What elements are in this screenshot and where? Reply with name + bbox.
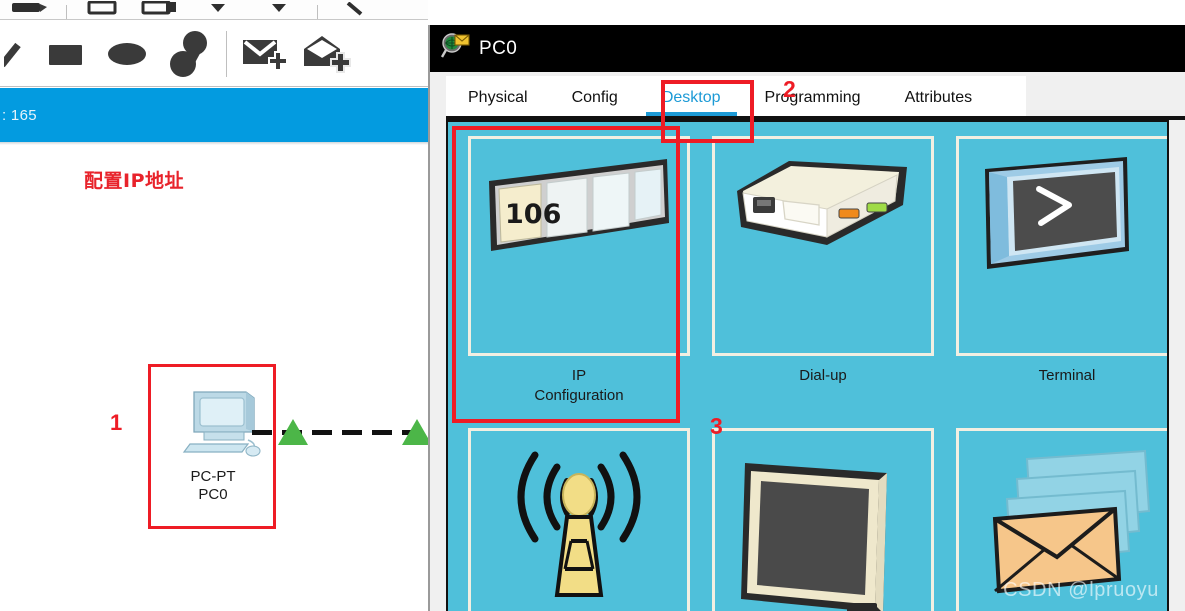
toolbar-separator bbox=[226, 30, 227, 77]
draw-line-tool[interactable] bbox=[0, 26, 34, 82]
desktop-item-dial-up[interactable]: Dial-up bbox=[712, 136, 934, 406]
tab-physical-label: Physical bbox=[468, 89, 528, 106]
window-title: PC0 bbox=[479, 37, 518, 59]
device-name-label: PC0 bbox=[198, 486, 228, 503]
toolbar-draw-row bbox=[0, 21, 428, 87]
tab-desktop[interactable]: Desktop bbox=[640, 76, 743, 120]
tab-attributes-label: Attributes bbox=[904, 89, 973, 106]
tab-physical[interactable]: Physical bbox=[446, 76, 550, 120]
caption-line-1: Terminal bbox=[1038, 367, 1096, 384]
toolbar-separator bbox=[317, 5, 318, 19]
toolbar-separator bbox=[66, 5, 67, 19]
eraser-icon[interactable] bbox=[0, 0, 60, 19]
device-type-label: PC-PT bbox=[190, 468, 236, 485]
desktop-item-terminal[interactable]: Terminal bbox=[956, 136, 1167, 406]
icon-frame bbox=[468, 428, 690, 611]
desktop-item-command-prompt[interactable] bbox=[712, 428, 934, 611]
status-bar-shadow bbox=[0, 142, 428, 145]
tab-desktop-label: Desktop bbox=[661, 89, 721, 106]
pc0-device-window: PC0 Physical Config Desktop Programming bbox=[428, 25, 1185, 611]
chevron-down-icon[interactable] bbox=[189, 0, 247, 19]
desktop-item-caption: Terminal bbox=[956, 366, 1167, 386]
status-bar: : 165 bbox=[0, 88, 428, 142]
line-icon[interactable] bbox=[324, 0, 388, 19]
tab-config-label: Config bbox=[571, 89, 618, 106]
screenshot-root: : 165 配置IP地址 1 PC-PT PC0 PC0 Physical Co… bbox=[0, 0, 1185, 611]
tab-programming-label: Programming bbox=[764, 89, 861, 106]
caption-line-1: IP bbox=[571, 367, 587, 384]
packet-tracer-workspace: : 165 配置IP地址 1 PC-PT PC0 bbox=[0, 0, 432, 611]
icon-frame bbox=[712, 428, 934, 611]
note-icon[interactable] bbox=[73, 0, 131, 19]
caption-line-2: Configuration bbox=[534, 387, 624, 404]
draw-freeform-tool[interactable] bbox=[158, 26, 220, 82]
ip-configuration-badge-text: 106 bbox=[505, 199, 561, 230]
chevron-down-icon[interactable] bbox=[247, 0, 311, 19]
window-titlebar: PC0 bbox=[430, 25, 1185, 72]
page-title: 配置IP地址 bbox=[84, 170, 184, 192]
draw-rectangle-tool[interactable] bbox=[34, 26, 96, 82]
tab-attributes[interactable]: Attributes bbox=[883, 76, 995, 120]
tabstrip: Physical Config Desktop Programming Attr… bbox=[430, 72, 1185, 120]
desktop-item-email[interactable] bbox=[956, 428, 1167, 611]
icon-frame bbox=[956, 428, 1167, 611]
desktop-panel: 106 IP Configuration Dial-up Terminal 3 … bbox=[446, 120, 1169, 611]
tab-config[interactable]: Config bbox=[550, 76, 640, 120]
annotation-marker-1: 1 bbox=[110, 410, 123, 435]
desktop-item-caption: Dial-up bbox=[712, 366, 934, 386]
tab-programming[interactable]: Programming bbox=[743, 76, 883, 120]
icon-frame bbox=[712, 136, 934, 356]
device-label: PC-PT PC0 bbox=[148, 468, 278, 504]
status-bar-text: : 165 bbox=[2, 106, 37, 124]
annotation-marker-3: 3 bbox=[710, 413, 723, 439]
tabs-container: Physical Config Desktop Programming Attr… bbox=[446, 76, 1026, 120]
annotation-marker-2: 2 bbox=[783, 76, 796, 102]
dial-up-modem-icon bbox=[727, 153, 919, 263]
link-status-triangle-left bbox=[278, 419, 308, 445]
icon-frame: 106 bbox=[468, 136, 690, 356]
note-delete-icon[interactable] bbox=[131, 0, 189, 19]
toolbar-top-row bbox=[0, 0, 428, 20]
draw-ellipse-tool[interactable] bbox=[96, 26, 158, 82]
desktop-item-wireless[interactable] bbox=[468, 428, 690, 611]
add-complex-pdu-tool[interactable] bbox=[295, 26, 357, 82]
desktop-pc-icon[interactable] bbox=[182, 388, 268, 466]
desktop-item-caption: IP Configuration bbox=[468, 366, 690, 406]
terminal-icon bbox=[977, 153, 1157, 288]
caption-line-1: Dial-up bbox=[799, 367, 847, 384]
email-stack-icon bbox=[967, 445, 1167, 611]
icon-frame bbox=[956, 136, 1167, 356]
magnifier-globe-envelope-icon bbox=[440, 32, 470, 65]
add-simple-pdu-tool[interactable] bbox=[233, 26, 295, 82]
ip-configuration-icon: 106 bbox=[481, 153, 677, 268]
desktop-icon-grid: 106 IP Configuration Dial-up Terminal bbox=[448, 122, 1167, 611]
desktop-item-ip-configuration[interactable]: 106 IP Configuration bbox=[468, 136, 690, 406]
command-prompt-icon bbox=[723, 445, 923, 611]
wireless-antenna-icon bbox=[479, 445, 679, 611]
